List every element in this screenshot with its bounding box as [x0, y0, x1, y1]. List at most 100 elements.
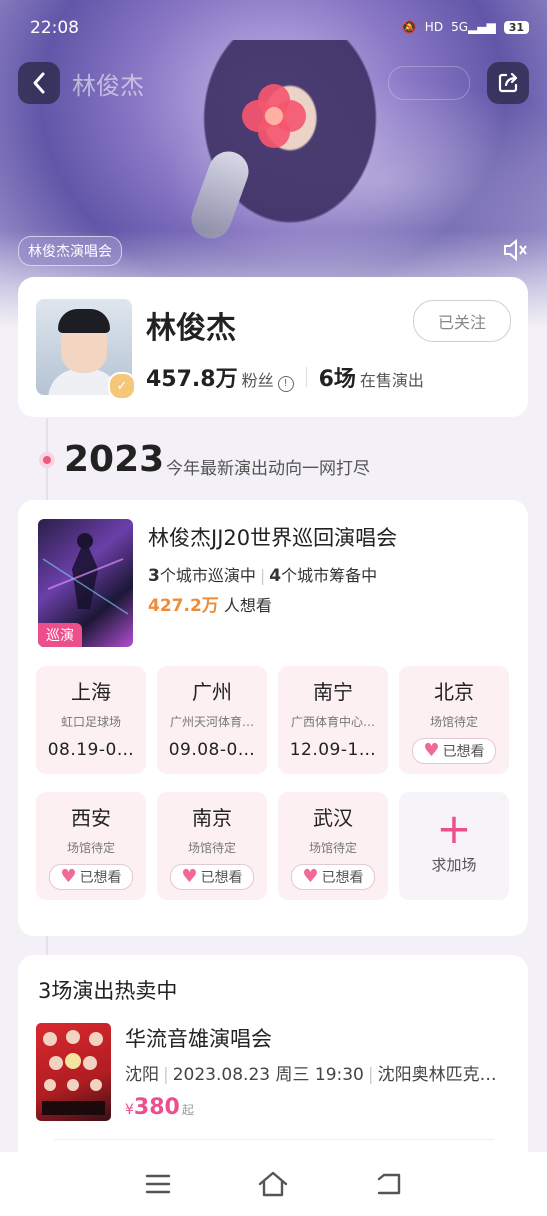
back-arrow-icon: [33, 72, 45, 94]
status-time: 22:08: [30, 18, 79, 38]
hero-tag[interactable]: 林俊杰演唱会: [18, 236, 122, 266]
price-currency: ¥: [125, 1102, 134, 1118]
avatar-hair: [58, 309, 110, 333]
heart-icon: ♥: [302, 866, 319, 887]
city-venue: 场馆待定: [187, 841, 236, 855]
share-icon: [498, 72, 518, 93]
city-name: 广州: [192, 680, 232, 704]
city-card-nanjing[interactable]: 南京 场馆待定 ♥ 已想看: [157, 792, 267, 900]
tour-poster[interactable]: 巡演: [38, 519, 133, 647]
city-card-beijing[interactable]: 北京 场馆待定 ♥ 已想看: [399, 666, 509, 774]
want-button[interactable]: ♥ 已想看: [412, 738, 496, 764]
want-button-label: 已想看: [442, 744, 485, 760]
tour-card[interactable]: 巡演 林俊杰JJ20世界巡回演唱会 3个城市巡演中 | 4个城市筹备中 427.2万…: [18, 500, 528, 936]
city-date: 12.09-1…: [289, 740, 377, 760]
prep-label: 个城市筹备中: [281, 566, 378, 585]
want-button[interactable]: ♥ 已想看: [170, 864, 254, 890]
touring-count: 3: [148, 566, 160, 586]
city-venue: 广州天河体育…: [169, 715, 254, 729]
want-summary: 427.2万 人想看: [148, 591, 272, 616]
want-label: 人想看: [223, 596, 272, 615]
battery-indicator: 31: [503, 20, 529, 34]
heart-icon: ♥: [181, 866, 198, 887]
show-name[interactable]: 华流音雄演唱会: [125, 1023, 272, 1053]
prep-count: 4: [269, 566, 282, 586]
want-button-label: 已想看: [321, 870, 364, 886]
mute-icon[interactable]: [501, 236, 529, 264]
timeline-year: 2023: [64, 439, 165, 480]
price-value: 380: [133, 1095, 180, 1120]
notification-off-icon: 🔕: [401, 20, 417, 34]
price-suffix: 起: [181, 1103, 194, 1117]
back-button[interactable]: [18, 62, 60, 104]
share-button[interactable]: [487, 62, 529, 104]
show-meta: 沈阳 | 2023.08.23 周三 19:30 | 沈阳奥林匹克…: [125, 1060, 515, 1085]
touring-label: 个城市巡演中: [159, 566, 256, 585]
verified-badge-icon: ✓: [108, 372, 136, 400]
signal-icon: 5G▂▄▆: [451, 20, 496, 34]
city-venue: 场馆待定: [308, 841, 357, 855]
city-date: 09.08-0…: [168, 740, 256, 760]
city-venue: 场馆待定: [429, 715, 478, 729]
city-card-shanghai[interactable]: 上海 虹口足球场 08.19-0…: [36, 666, 146, 774]
want-count: 427.2万: [148, 596, 219, 616]
add-city-button[interactable]: + 求加场: [399, 792, 509, 900]
city-card-wuhan[interactable]: 武汉 场馆待定 ♥ 已想看: [278, 792, 388, 900]
city-name: 西安: [71, 806, 111, 830]
show-city: 沈阳: [125, 1065, 159, 1085]
follow-button[interactable]: 已关注: [413, 300, 511, 342]
city-card-nanning[interactable]: 南宁 广西体育中心… 12.09-1…: [278, 666, 388, 774]
shows-value: 6场: [318, 367, 356, 392]
menu-icon[interactable]: [145, 1173, 171, 1195]
city-card-guangzhou[interactable]: 广州 广州天河体育… 09.08-0…: [157, 666, 267, 774]
city-name: 武汉: [313, 806, 353, 830]
poster-tag: 巡演: [38, 623, 82, 647]
want-button-label: 已想看: [200, 870, 243, 886]
tour-cities-summary: 3个城市巡演中 | 4个城市筹备中: [148, 562, 377, 586]
city-venue: 广西体育中心…: [290, 715, 375, 729]
hd-icon: HD: [424, 20, 444, 34]
summary-separator: |: [259, 566, 266, 585]
want-button[interactable]: ♥ 已想看: [291, 864, 375, 890]
show-datetime: 2023.08.23 周三 19:30: [172, 1065, 364, 1085]
city-name: 南京: [192, 806, 232, 830]
show-price: ¥380 起: [125, 1095, 194, 1120]
city-name: 北京: [434, 680, 474, 704]
want-button[interactable]: ♥ 已想看: [49, 864, 133, 890]
status-icons: 🔕 HD 5G▂▄▆ 31: [402, 20, 529, 34]
show-venue: 沈阳奥林匹克…: [377, 1065, 497, 1085]
city-name: 上海: [71, 680, 111, 704]
info-icon[interactable]: !: [277, 375, 294, 392]
timeline-dot: [39, 452, 55, 468]
show-poster-art: [42, 1030, 105, 1115]
system-nav-bar: [0, 1152, 547, 1216]
city-name: 南宁: [313, 680, 353, 704]
artist-stats: 457.8万 粉丝 ! 6场 在售演出: [146, 361, 424, 393]
page-title: 林俊杰: [72, 72, 144, 100]
heart-icon: ♥: [60, 866, 77, 887]
timeline-subtitle: 今年最新演出动向一网打尽: [166, 459, 370, 479]
fans-value: 457.8万: [146, 367, 238, 392]
add-city-label: 求加场: [431, 856, 477, 874]
city-date: 08.19-0…: [47, 740, 135, 760]
city-venue: 虹口足球场: [60, 715, 121, 729]
ghost-follow-pill: [388, 66, 470, 100]
shows-label: 在售演出: [359, 371, 424, 390]
artist-name: 林俊杰: [146, 311, 236, 346]
selling-title: 3场演出热卖中: [38, 979, 178, 1003]
selling-card: 3场演出热卖中 华流音雄演唱会 沈阳 | 2023.08.23 周三 19:30 | 沈…: [18, 955, 528, 1165]
stats-divider: [305, 367, 307, 387]
plus-icon: +: [436, 804, 472, 853]
meta-separator: |: [163, 1065, 169, 1085]
heart-icon: ♥: [423, 740, 440, 761]
tour-title: 林俊杰JJ20世界巡回演唱会: [148, 526, 398, 550]
show-poster[interactable]: [36, 1023, 111, 1121]
meta-separator: |: [367, 1065, 374, 1085]
home-icon[interactable]: [257, 1171, 289, 1197]
artist-card: ✓ 林俊杰 已关注 457.8万 粉丝 ! 6场 在售演出: [18, 277, 528, 417]
back-nav-icon[interactable]: [375, 1172, 403, 1196]
city-card-xian[interactable]: 西安 场馆待定 ♥ 已想看: [36, 792, 146, 900]
want-button-label: 已想看: [79, 870, 122, 886]
city-venue: 场馆待定: [66, 841, 115, 855]
selling-divider: [54, 1139, 494, 1140]
